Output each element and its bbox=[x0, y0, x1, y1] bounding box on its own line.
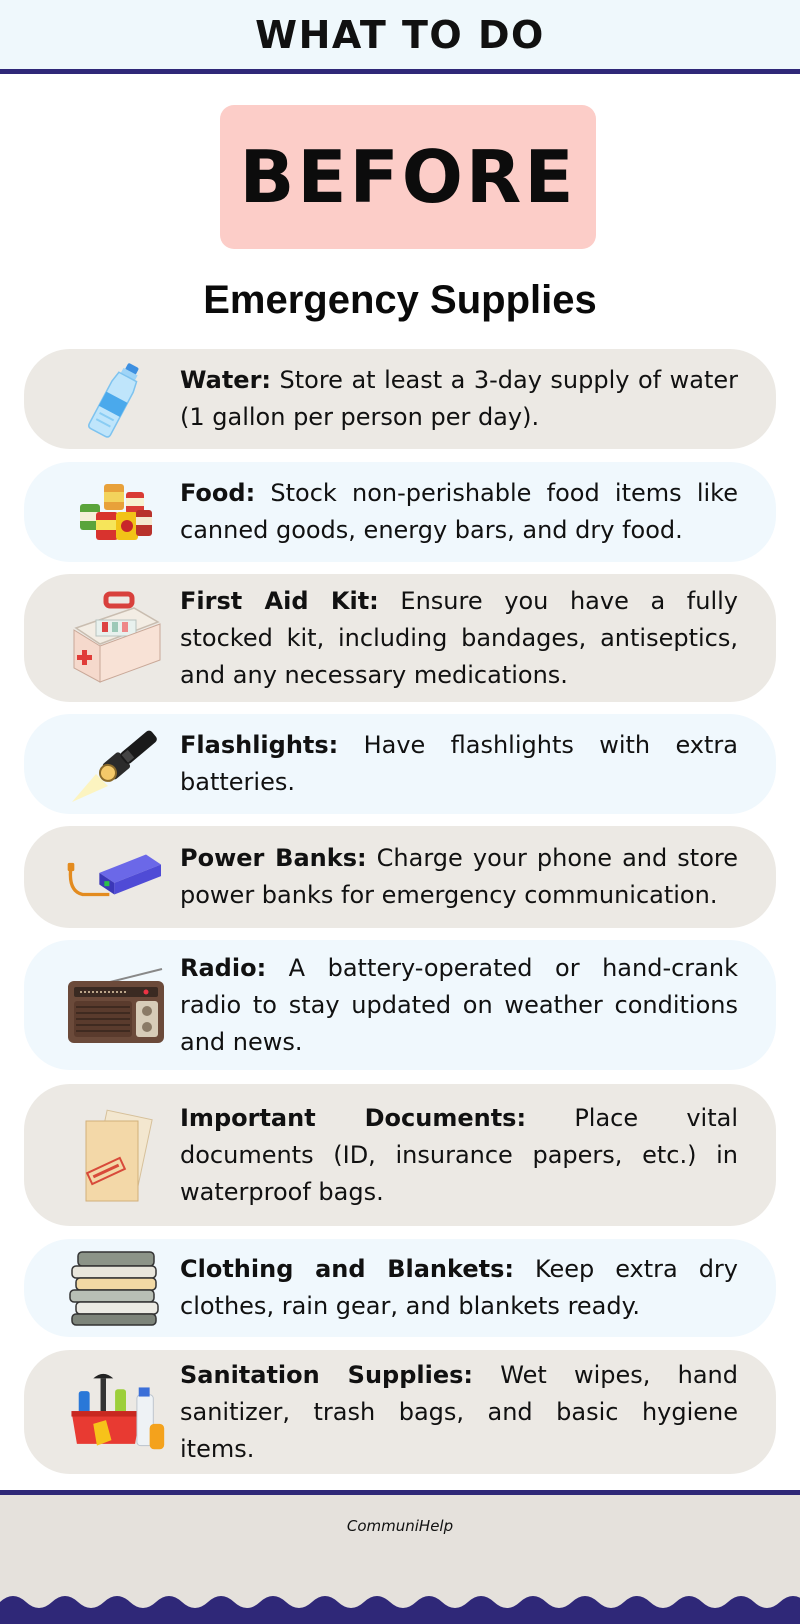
supply-card-flashlights: Flashlights: Have flashlights with extra… bbox=[24, 714, 776, 814]
flashlight-icon bbox=[66, 714, 166, 814]
supply-description: Power Banks: Charge your phone and store… bbox=[180, 840, 738, 914]
supply-description: Water: Store at least a 3-day supply of … bbox=[180, 362, 738, 436]
canned-food-icon bbox=[66, 462, 166, 562]
supply-title: Radio: bbox=[180, 953, 267, 982]
supply-title: First Aid Kit: bbox=[180, 586, 379, 615]
supply-title: Flashlights: bbox=[180, 731, 339, 759]
radio-icon bbox=[66, 940, 166, 1070]
supply-card-documents: Important Documents: Place vital documen… bbox=[24, 1084, 776, 1226]
supply-body: Stock non-perishable food items like can… bbox=[180, 479, 738, 544]
supply-description: Radio: A battery-operated or hand-crank … bbox=[180, 950, 738, 1061]
supply-description: Important Documents: Place vital documen… bbox=[180, 1100, 738, 1211]
first-aid-kit-icon bbox=[66, 574, 166, 702]
section-title: Emergency Supplies bbox=[203, 278, 597, 322]
supply-card-sanitation: Sanitation Supplies: Wet wipes, hand san… bbox=[24, 1350, 776, 1474]
header-banner: WHAT TO DO bbox=[0, 0, 800, 74]
supply-description: Sanitation Supplies: Wet wipes, hand san… bbox=[180, 1357, 738, 1468]
phase-badge: BEFORE bbox=[220, 105, 596, 249]
supply-title: Food: bbox=[180, 479, 256, 507]
supply-title: Sanitation Supplies: bbox=[180, 1360, 474, 1389]
supply-card-first-aid: First Aid Kit: Ensure you have a fully s… bbox=[24, 574, 776, 702]
supply-title: Power Banks: bbox=[180, 844, 367, 872]
supply-card-clothing: Clothing and Blankets: Keep extra dry cl… bbox=[24, 1239, 776, 1337]
phase-label: BEFORE bbox=[239, 135, 577, 219]
power-bank-icon bbox=[66, 826, 166, 928]
footer-brand: CommuniHelp bbox=[346, 1517, 454, 1535]
supply-title: Clothing and Blankets: bbox=[180, 1255, 514, 1283]
supply-title: Water: bbox=[180, 366, 271, 394]
water-bottle-icon bbox=[66, 349, 166, 449]
supply-card-water: Water: Store at least a 3-day supply of … bbox=[24, 349, 776, 449]
header-title: WHAT TO DO bbox=[255, 12, 545, 57]
supply-description: Food: Stock non-perishable food items li… bbox=[180, 475, 738, 549]
documents-folder-icon bbox=[66, 1084, 166, 1226]
supply-description: First Aid Kit: Ensure you have a fully s… bbox=[180, 583, 738, 694]
supply-card-food: Food: Stock non-perishable food items li… bbox=[24, 462, 776, 562]
folded-clothes-icon bbox=[66, 1239, 166, 1337]
supply-description: Clothing and Blankets: Keep extra dry cl… bbox=[180, 1251, 738, 1325]
supply-card-radio: Radio: A battery-operated or hand-crank … bbox=[24, 940, 776, 1070]
supply-card-power-banks: Power Banks: Charge your phone and store… bbox=[24, 826, 776, 928]
cleaning-supplies-icon bbox=[66, 1350, 166, 1474]
supply-title: Important Documents: bbox=[180, 1103, 527, 1132]
supply-description: Flashlights: Have flashlights with extra… bbox=[180, 727, 738, 801]
footer-wave bbox=[0, 1596, 800, 1624]
